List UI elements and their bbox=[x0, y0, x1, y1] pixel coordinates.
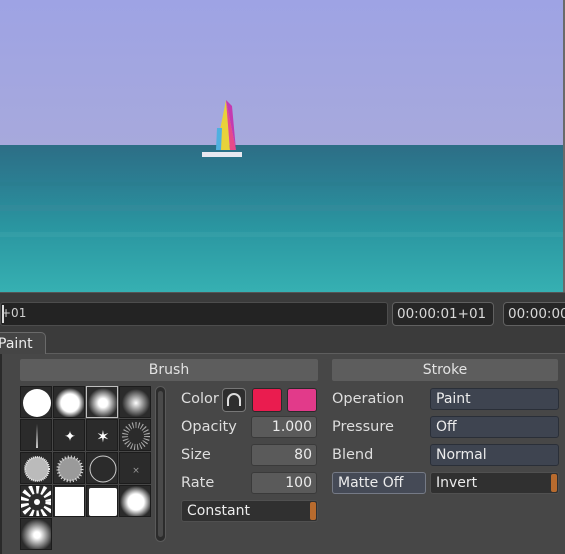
brush-streak[interactable] bbox=[20, 419, 52, 451]
scrollbar-thumb[interactable] bbox=[158, 391, 163, 537]
opacity-label: Opacity bbox=[181, 419, 237, 435]
blend-label: Blend bbox=[332, 447, 374, 463]
blend-dropdown[interactable]: Normal bbox=[430, 444, 559, 466]
brush-noise-round[interactable] bbox=[20, 452, 52, 484]
secondary-color-swatch[interactable] bbox=[287, 388, 317, 412]
end-timecode-field[interactable]: 00:00:00 bbox=[503, 302, 565, 326]
brush-feather-round[interactable] bbox=[86, 386, 118, 418]
brush-speckle[interactable] bbox=[119, 419, 151, 451]
brush-star-burst[interactable]: ✶ bbox=[86, 419, 118, 451]
timeline-scrubber[interactable]: +01 bbox=[0, 302, 388, 326]
dropdown-grip bbox=[310, 502, 316, 520]
paint-panel: Brush Stroke ✦ ✶ × Color Opacity 1.000 S… bbox=[0, 354, 565, 554]
primary-color-swatch[interactable] bbox=[252, 388, 282, 412]
operation-label: Operation bbox=[332, 391, 405, 407]
brush-sunburst[interactable] bbox=[20, 485, 52, 517]
invert-value: Invert bbox=[436, 475, 478, 491]
current-timecode-field[interactable]: 00:00:01+01 bbox=[392, 302, 494, 326]
brush-dot-tiny[interactable]: × bbox=[119, 452, 151, 484]
brush-square-feather[interactable] bbox=[119, 485, 151, 517]
color-picker-button[interactable] bbox=[222, 388, 246, 412]
brush-section-header: Brush bbox=[20, 359, 318, 381]
eyedropper-icon bbox=[227, 393, 241, 406]
svg-text:×: × bbox=[132, 466, 140, 476]
dropdown-grip bbox=[551, 474, 557, 492]
brush-star-small[interactable]: ✦ bbox=[53, 419, 85, 451]
tab-paint[interactable]: Paint bbox=[0, 332, 46, 355]
brush-square-soft[interactable] bbox=[86, 485, 118, 517]
rate-mode-dropdown[interactable]: Constant bbox=[181, 500, 318, 522]
size-field[interactable]: 80 bbox=[251, 444, 317, 466]
brush-soft-round[interactable] bbox=[53, 386, 85, 418]
rate-field[interactable]: 100 bbox=[251, 472, 317, 494]
operation-dropdown[interactable]: Paint bbox=[430, 388, 559, 410]
tab-row: Paint bbox=[0, 330, 565, 355]
brush-ring[interactable] bbox=[86, 452, 118, 484]
svg-text:✦: ✦ bbox=[64, 429, 76, 445]
brush-noise-soft[interactable] bbox=[53, 452, 85, 484]
brush-square-glow[interactable] bbox=[20, 518, 52, 550]
panel-left-edge bbox=[0, 354, 2, 554]
rate-mode-value: Constant bbox=[187, 503, 250, 519]
opacity-field[interactable]: 1.000 bbox=[251, 416, 317, 438]
pressure-label: Pressure bbox=[332, 419, 394, 435]
matte-toggle-button[interactable]: Matte Off bbox=[332, 472, 426, 494]
scrubber-frame-label: +01 bbox=[1, 306, 27, 320]
timeline-bar: +01 00:00:01+01 00:00:00 bbox=[0, 292, 565, 330]
stroke-section-header: Stroke bbox=[332, 359, 558, 381]
svg-text:✶: ✶ bbox=[96, 427, 109, 446]
brush-preset-grid: ✦ ✶ × bbox=[20, 386, 152, 550]
brush-square-hard[interactable] bbox=[53, 485, 85, 517]
invert-dropdown[interactable]: Invert bbox=[430, 472, 559, 494]
pressure-dropdown[interactable]: Off bbox=[430, 416, 559, 438]
brush-hard-round[interactable] bbox=[20, 386, 52, 418]
brush-grid-scrollbar[interactable] bbox=[155, 386, 166, 542]
beach-sailboat-image bbox=[0, 0, 563, 292]
rate-label: Rate bbox=[181, 475, 215, 491]
viewer-image[interactable] bbox=[0, 0, 565, 292]
size-label: Size bbox=[181, 447, 211, 463]
color-label: Color bbox=[181, 391, 219, 407]
brush-airbrush[interactable] bbox=[119, 386, 151, 418]
